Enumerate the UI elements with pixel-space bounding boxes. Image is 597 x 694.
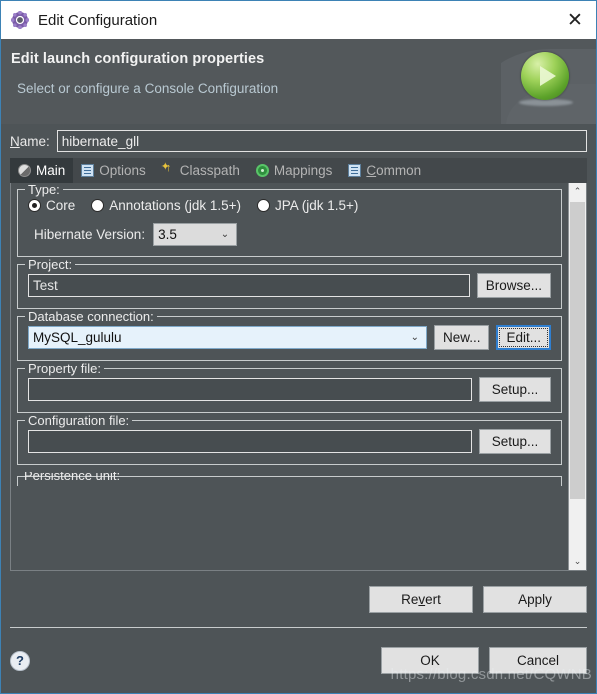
ok-bar: ? OK Cancel https://blog.csdn.net/CQWNB [1,628,596,693]
tab-classpath[interactable]: Classpath [154,158,248,183]
tab-options[interactable]: Options [73,158,154,183]
database-connection-value: MySQL_gululu [33,330,122,345]
persistence-unit-title: Persistence unit: [24,472,121,483]
type-radio-row: Core Annotations (jdk 1.5+) JPA (jdk 1.5… [28,198,551,213]
project-row: Browse... [28,273,551,298]
cancel-button[interactable]: Cancel [489,647,587,674]
property-file-title: Property file: [25,361,104,376]
radio-jpa-label: JPA (jdk 1.5+) [274,198,359,213]
radio-jpa-dot [256,199,270,212]
scroll-down-icon[interactable]: ⌄ [569,553,586,570]
hibernate-icon [18,164,31,177]
project-group-title: Project: [25,257,76,272]
database-connection-select[interactable]: MySQL_gululu ⌄ [28,326,427,349]
project-input[interactable] [28,274,470,297]
classpath-icon [161,160,175,177]
dialog-header: Edit launch configuration properties Sel… [1,39,596,124]
tab-mappings[interactable]: Mappings [248,158,341,183]
browse-button[interactable]: Browse... [476,273,551,298]
radio-core-label: Core [46,198,76,213]
property-file-input[interactable] [28,378,472,401]
gear-icon [10,10,30,30]
name-input[interactable] [56,130,587,152]
tab-options-label: Options [99,163,146,178]
window-title: Edit Configuration [38,11,158,29]
tab-common-label: Common [366,163,422,178]
type-group-title: Type: [25,183,63,197]
hibernate-version-value: 3.5 [158,227,177,242]
chevron-down-icon: ⌄ [410,331,419,343]
configuration-file-title: Configuration file: [25,413,133,428]
help-icon[interactable]: ? [10,650,30,671]
radio-annotations[interactable]: Annotations (jdk 1.5+) [91,198,241,213]
type-group: Type: Core Annotations (jdk 1.5+) JPA (j… [17,183,562,257]
ok-button[interactable]: OK [381,647,479,674]
options-icon [81,164,95,177]
hibernate-version-row: Hibernate Version: 3.5 ⌄ [28,223,551,246]
radio-annotations-dot [91,199,105,212]
tab-main[interactable]: Main [10,158,74,183]
radio-annotations-label: Annotations (jdk 1.5+) [109,198,241,213]
radio-core[interactable]: Core [28,198,75,213]
configuration-file-setup-button[interactable]: Setup... [479,429,551,454]
database-connection-row: MySQL_gululu ⌄ New... Edit... [28,325,551,350]
property-file-group: Property file: Setup... [17,361,562,413]
apply-button[interactable]: Apply [483,586,587,613]
radio-core-dot [28,199,41,212]
hibernate-version-select[interactable]: 3.5 ⌄ [153,223,238,246]
settings-content: Type: Core Annotations (jdk 1.5+) JPA (j… [11,183,568,570]
scroll-up-icon[interactable]: ⌃ [569,183,586,200]
revert-button[interactable]: Re v ert [369,586,473,613]
tab-strip: Main Options Classpath Mappings Common [10,158,587,183]
tab-common[interactable]: Common [340,158,429,183]
close-icon[interactable]: ✕ [560,5,590,35]
green-play-orb-icon [521,52,569,100]
radio-jpa[interactable]: JPA (jdk 1.5+) [256,198,359,213]
mappings-icon [255,164,269,177]
name-row: Name: [10,130,587,152]
common-icon [348,164,362,177]
chevron-down-icon: ⌄ [220,228,230,240]
name-label: Name: [10,133,50,149]
configuration-file-input[interactable] [28,430,472,453]
edit-configuration-dialog: Edit Configuration ✕ Edit launch configu… [0,0,597,694]
vertical-scrollbar[interactable]: ⌃ ⌄ [568,183,586,570]
tab-mappings-label: Mappings [273,163,333,178]
tab-main-label: Main [36,163,66,178]
property-file-row: Setup... [28,377,551,402]
scrollbar-thumb[interactable] [570,202,585,499]
scrollbar-track[interactable] [569,200,586,553]
dialog-body: Name: Main Options Classpath Mappings [1,124,596,571]
title-bar: Edit Configuration ✕ [1,1,596,39]
header-decoration [501,39,596,124]
apply-bar: Re v ert Apply [1,571,596,627]
tab-classpath-label: Classpath [179,163,240,178]
ok-cancel-group: OK Cancel [381,647,587,674]
project-group: Project: Browse... [17,257,562,309]
new-connection-button[interactable]: New... [433,325,490,350]
hibernate-version-label: Hibernate Version: [34,227,146,242]
database-connection-title: Database connection: [25,309,157,324]
settings-scroll-pane: Type: Core Annotations (jdk 1.5+) JPA (j… [10,183,587,571]
persistence-unit-group-cutoff: Persistence unit: [17,472,562,486]
database-connection-group: Database connection: MySQL_gululu ⌄ New.… [17,309,562,361]
edit-connection-button[interactable]: Edit... [496,325,551,350]
configuration-file-row: Setup... [28,429,551,454]
configuration-file-group: Configuration file: Setup... [17,413,562,465]
property-file-setup-button[interactable]: Setup... [479,377,551,402]
